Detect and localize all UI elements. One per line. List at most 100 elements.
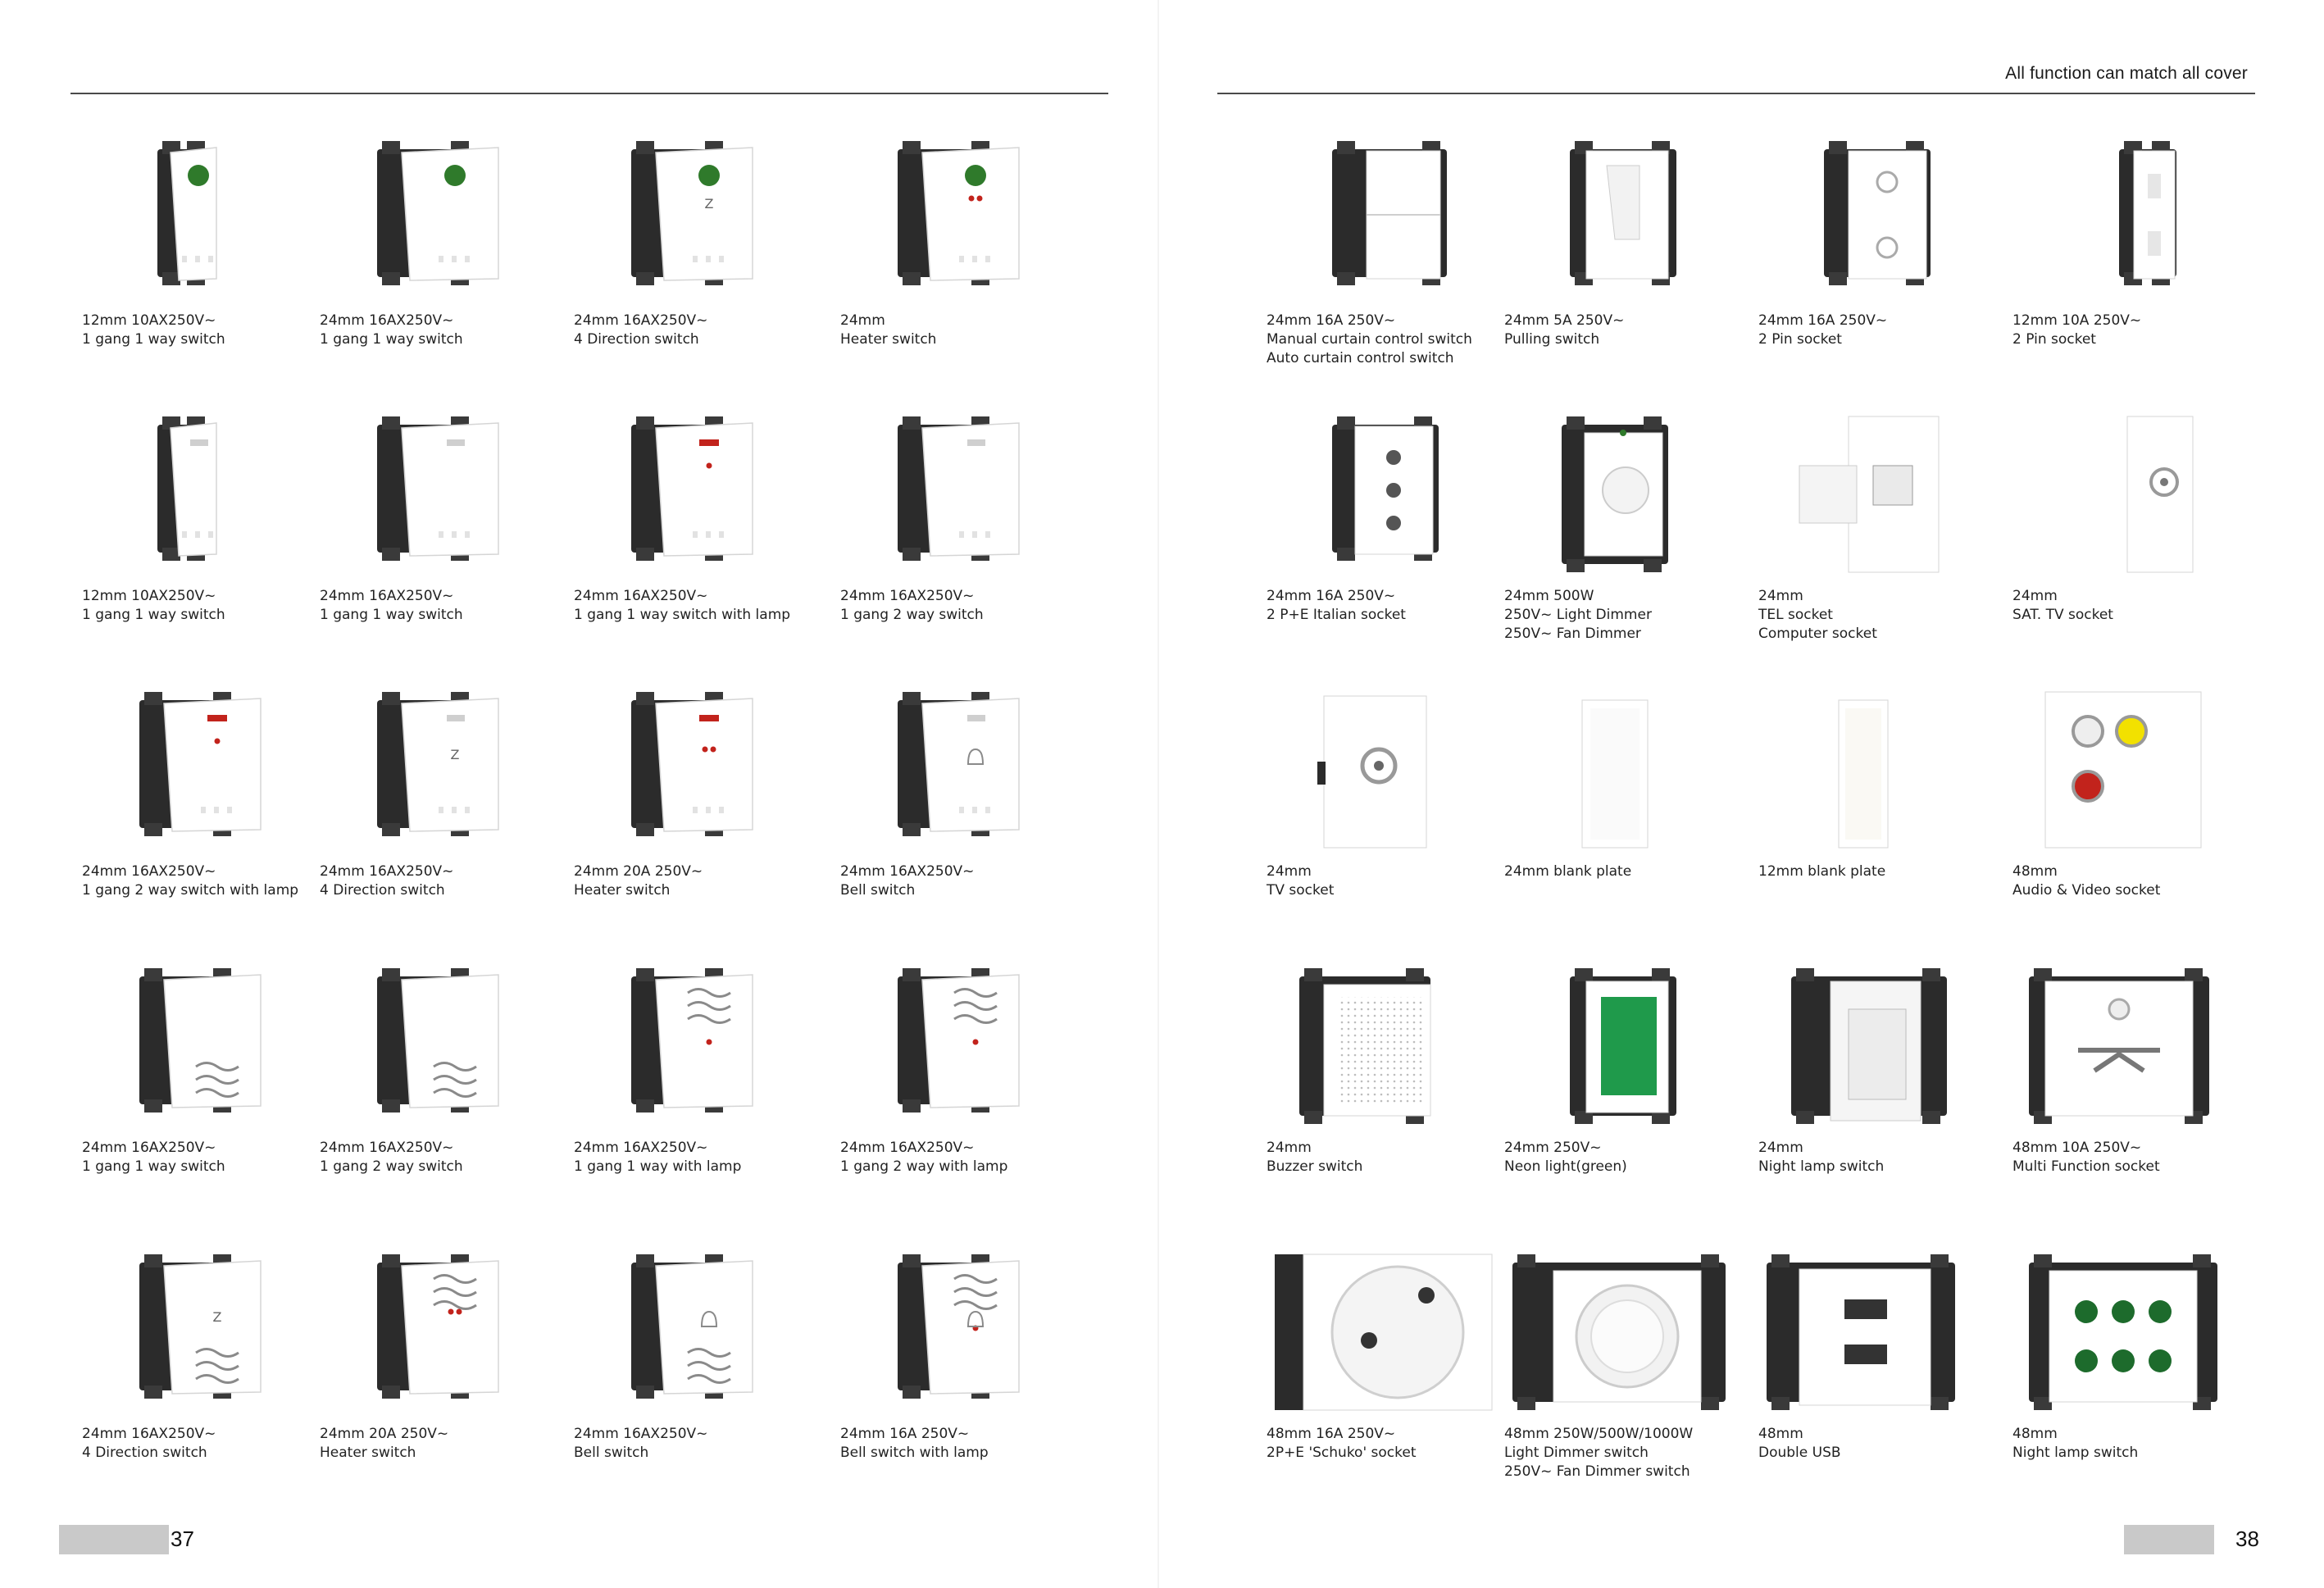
product-label-line: 24mm 16AX250V~ — [840, 588, 975, 604]
product-label: 24mm 16AX250V~ 1 gang 1 way switch with l… — [574, 587, 828, 625]
curtain-switch-icon — [1332, 141, 1447, 285]
product-card: 24mm 16AX250V~ 1 gang 1 way switch — [82, 960, 336, 1231]
product-label-line: 1 gang 2 way switch with lamp — [82, 882, 299, 899]
switch-narrow-green-lamp-icon — [157, 141, 217, 285]
product-label: 24mm 250V~ Neon light(green) — [1504, 1139, 1758, 1176]
product-label-line: 24mm 5A 250V~ — [1504, 312, 1625, 329]
product-label-line: Bell switch — [574, 1445, 649, 1461]
product-card: 48mm Double USB — [1758, 1246, 2012, 1517]
buzzer-icon — [1299, 968, 1431, 1124]
product-label-line: Neon light(green) — [1504, 1158, 1627, 1175]
switch-green-lamp-icon — [377, 141, 499, 285]
product-label-line: Buzzer switch — [1267, 1158, 1363, 1175]
product-card: 24mm 16AX250V~ 1 gang 1 way with lamp — [574, 960, 828, 1231]
product-label: 48mm Audio & Video socket — [2012, 862, 2267, 900]
product-label: 24mm 16A 250V~ 2 P+E Italian socket — [1267, 587, 1521, 625]
product-label-line: 24mm 20A 250V~ — [574, 863, 703, 880]
product-label: 24mm TEL socket Computer socket — [1758, 587, 2012, 644]
two-pin-socket-narrow-icon — [2119, 141, 2176, 285]
product-label: 24mm 16AX250V~ Bell switch — [574, 1425, 828, 1463]
sat-tv-socket-icon — [2126, 416, 2194, 573]
product-label-line: 1 gang 2 way switch — [840, 607, 984, 623]
pulling-switch-icon — [1570, 141, 1676, 285]
product-card: 24mm 16AX250V~ 1 gang 1 way switch with l… — [574, 408, 828, 679]
switch-wave-lamp-icon — [631, 968, 753, 1113]
product-label: 24mm 16AX250V~ 4 Direction switch — [574, 312, 828, 349]
product-label: 12mm blank plate — [1758, 862, 2012, 881]
product-card: 24mm 16AX250V~ Bell switch — [574, 1246, 828, 1517]
switch-bell-icon — [898, 692, 1020, 836]
product-label: 24mm 16AX250V~ Bell switch — [840, 862, 1094, 900]
product-card: 24mm 16AX250V~ 1 gang 1 way switch — [320, 133, 574, 403]
product-label-line: 24mm — [1267, 1140, 1312, 1156]
product-card: 12mm 10AX250V~ 1 gang 1 way switch — [82, 408, 336, 679]
svg-text:Z: Z — [213, 1309, 222, 1325]
product-label-line: 24mm — [840, 312, 885, 329]
tel-socket-icon — [1799, 416, 1940, 573]
product-label: 48mm Double USB — [1758, 1425, 2012, 1463]
switch-wave-bell-icon — [631, 1254, 753, 1399]
product-label-line: 2 Pin socket — [1758, 331, 1842, 348]
product-card: 24mm 250V~ Neon light(green) — [1504, 960, 1758, 1231]
product-card: Z 24mm 16AX250V~ 4 Direction switch — [82, 1246, 336, 1517]
product-label-line: 24mm 500W — [1504, 588, 1594, 604]
product-card: Z 24mm 16AX250V~ 4 Direction switch — [320, 684, 574, 954]
night-lamp-6-icon — [2029, 1254, 2217, 1410]
product-label: 24mm 16AX250V~ 1 gang 1 way switch — [320, 312, 574, 349]
product-label-line: 12mm 10AX250V~ — [82, 588, 216, 604]
product-label-line: 250V~ Fan Dimmer switch — [1504, 1463, 1690, 1480]
product-label-line: 1 gang 1 way with lamp — [574, 1158, 742, 1175]
product-label: 24mm 16A 250V~ 2 Pin socket — [1758, 312, 2012, 349]
header-rule-left — [70, 93, 1108, 94]
product-label: 12mm 10A 250V~ 2 Pin socket — [2012, 312, 2267, 349]
product-label: 24mm TV socket — [1267, 862, 1521, 900]
product-label-line: 24mm 16AX250V~ — [82, 1140, 216, 1156]
product-card: 24mm 16AX250V~ 1 gang 2 way switch — [840, 408, 1094, 679]
product-label-line: 24mm 16AX250V~ — [82, 863, 216, 880]
product-label-line: 24mm 16A 250V~ — [1267, 312, 1396, 329]
product-label-line: Light Dimmer switch — [1504, 1445, 1649, 1461]
switch-z-icon: Z — [377, 692, 499, 836]
product-card: 24mm TEL socket Computer socket — [1758, 408, 2012, 679]
product-card: 48mm Audio & Video socket — [2012, 684, 2267, 954]
product-label-line: 24mm 16AX250V~ — [320, 588, 454, 604]
product-label-line: 4 Direction switch — [574, 331, 699, 348]
product-card: 24mm 20A 250V~ Heater switch — [320, 1246, 574, 1517]
product-card: 48mm Night lamp switch — [2012, 1246, 2267, 1517]
product-card: 24mm 16AX250V~ Bell switch — [840, 684, 1094, 954]
product-label: 24mm 16AX250V~ 4 Direction switch — [320, 862, 574, 900]
product-label-line: Audio & Video socket — [2012, 882, 2161, 899]
product-label: 48mm Night lamp switch — [2012, 1425, 2267, 1463]
product-label-line: 250V~ Fan Dimmer — [1504, 626, 1641, 642]
usb-icon — [1767, 1254, 1955, 1410]
product-label-line: 24mm 20A 250V~ — [320, 1426, 449, 1442]
product-label: 24mm 16AX250V~ 1 gang 1 way switch — [320, 587, 574, 625]
product-label-line: Pulling switch — [1504, 331, 1600, 348]
switch-wave-2way-icon — [377, 968, 499, 1113]
blank-plate-narrow-icon — [1838, 699, 1889, 849]
page-number-right: 38 — [2235, 1527, 2259, 1551]
product-label-line: 24mm — [1758, 1140, 1803, 1156]
blank-plate-icon — [1581, 699, 1649, 849]
product-card: 12mm blank plate — [1758, 684, 2012, 954]
product-label-line: 1 gang 1 way switch — [320, 331, 463, 348]
product-label-line: 24mm 16A 250V~ — [1267, 588, 1396, 604]
product-label: 24mm 500W 250V~ Light Dimmer 250V~ Fan Dim… — [1504, 587, 1758, 644]
product-card: 24mm Buzzer switch — [1267, 960, 1521, 1231]
product-label: 48mm 10A 250V~ Multi Function socket — [2012, 1139, 2267, 1176]
product-label-line: 24mm 16AX250V~ — [82, 1426, 216, 1442]
product-label-line: 1 gang 2 way with lamp — [840, 1158, 1008, 1175]
product-label: 24mm 16A 250V~ Bell switch with lamp — [840, 1425, 1094, 1463]
product-card: 48mm 10A 250V~ Multi Function socket — [2012, 960, 2267, 1231]
product-label-line: Manual curtain control switch — [1267, 331, 1472, 348]
product-label: 12mm 10AX250V~ 1 gang 1 way switch — [82, 312, 336, 349]
product-label-line: 1 gang 2 way switch — [320, 1158, 463, 1175]
product-label-line: Bell switch with lamp — [840, 1445, 989, 1461]
page-left: 12mm 10AX250V~ 1 gang 1 way switch 24mm 1… — [0, 0, 1139, 1588]
switch-narrow-icon — [157, 416, 217, 561]
product-card: Z 24mm 16AX250V~ 4 Direction switch — [574, 133, 828, 403]
page-number-left: 37 — [171, 1527, 194, 1551]
product-label-line: 24mm 16AX250V~ — [320, 863, 454, 880]
product-label: 24mm blank plate — [1504, 862, 1758, 881]
product-label-line: 48mm 250W/500W/1000W — [1504, 1426, 1694, 1442]
